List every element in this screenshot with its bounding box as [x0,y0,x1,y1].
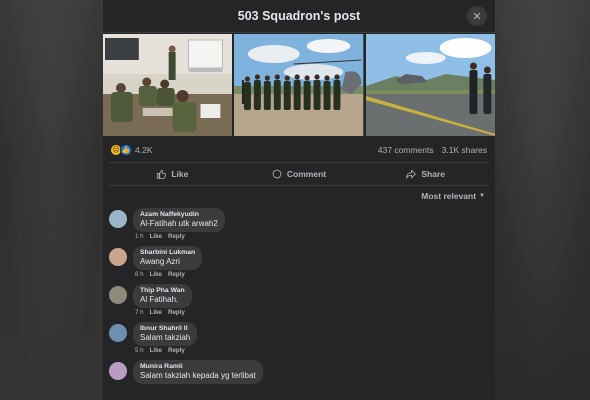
share-label: Share [421,169,445,179]
photo-classroom-briefing[interactable] [103,34,233,136]
commenter-name[interactable]: Ibnur Shahril Il [140,325,190,332]
commenter-name[interactable]: Thip Pha Wan [140,287,185,294]
comment-meta: 7 h Like Reply [133,309,192,319]
comment-time: 1 h [135,233,144,240]
modal-header: 503 Squadron's post ✕ [103,0,495,33]
avatar[interactable] [109,248,127,266]
sort-label: Most relevant [421,191,477,201]
comment-item: Sharbini Lukman Awang Azri 6 h Like Repl… [109,246,489,281]
comment-text: Al-Fatihah utk arwah2 [140,219,218,228]
commenter-name[interactable]: Munira Ramli [140,363,256,370]
comment-reply-button[interactable]: Reply [168,309,185,319]
comment-time: 5 h [135,347,144,354]
share-arrow-icon [406,169,417,179]
commenter-name[interactable]: Sharbini Lukman [140,249,195,256]
action-bar: Like Comment Share [109,162,489,186]
reaction-count: 4.2K [135,145,153,155]
comment-meta: 1 h Like Reply [133,233,225,243]
comment-label: Comment [286,169,327,179]
like-reaction-icon: 👍 [120,144,132,156]
comment-text: Al Fatihah. [140,295,179,304]
comment-time: 7 h [135,309,144,316]
comment-item: Azam Naffekyudin Al-Fatihah utk arwah2 1… [109,208,489,243]
comment-like-button[interactable]: Like [150,271,162,281]
comment-meta: 5 h Like Reply [133,347,197,357]
comment-text: Awang Azri [140,257,180,266]
photo-group-helicopter[interactable] [234,34,364,136]
comment-bubble: Thip Pha Wan Al Fatihah. [133,284,192,308]
avatar[interactable] [109,324,127,342]
background-left-blur [0,0,103,400]
post-stats: ☹ 👍 4.2K 437 comments 3.1K shares [103,138,495,162]
avatar[interactable] [109,286,127,304]
share-count[interactable]: 3.1K shares [442,145,487,155]
background-right-blur [495,0,590,400]
comment-item: Munira Ramli Salam takziah kepada yg ter… [109,360,489,384]
comment-button[interactable]: Comment [236,169,363,179]
sort-dropdown[interactable]: Most relevant ▼ [103,186,495,206]
photo-grid [103,34,495,136]
comment-reply-button[interactable]: Reply [168,347,185,357]
comment-bubble: Munira Ramli Salam takziah kepada yg ter… [133,360,263,384]
comment-like-button[interactable]: Like [150,309,162,319]
comment-meta: 6 h Like Reply [133,271,202,281]
comment-text: Salam takziah [140,333,191,342]
thumbs-up-icon [157,169,167,179]
close-button[interactable]: ✕ [467,6,487,26]
modal-title: 503 Squadron's post [237,9,361,23]
comment-reply-button[interactable]: Reply [168,233,185,243]
reaction-summary[interactable]: ☹ 👍 4.2K [111,144,153,156]
close-icon: ✕ [472,10,482,23]
comment-like-button[interactable]: Like [150,347,162,357]
comment-list: Azam Naffekyudin Al-Fatihah utk arwah2 1… [103,206,495,384]
comment-bubble-icon [272,169,282,179]
comment-item: Thip Pha Wan Al Fatihah. 7 h Like Reply [109,284,489,319]
post-modal: 503 Squadron's post ✕ ☹ 👍 4.2K 437 comme… [103,0,495,400]
avatar[interactable] [109,210,127,228]
caret-down-icon: ▼ [479,193,485,199]
comment-bubble: Azam Naffekyudin Al-Fatihah utk arwah2 [133,208,225,232]
comment-bubble: Sharbini Lukman Awang Azri [133,246,203,270]
avatar[interactable] [109,362,127,380]
share-button[interactable]: Share [362,169,489,179]
commenter-name[interactable]: Azam Naffekyudin [140,211,218,218]
comment-item: Ibnur Shahril Il Salam takziah 5 h Like … [109,322,489,357]
like-button[interactable]: Like [109,169,236,179]
comment-bubble: Ibnur Shahril Il Salam takziah [133,322,198,346]
comment-text: Salam takziah kepada yg terlibat [140,371,256,380]
like-label: Like [171,169,189,179]
photo-airfield-crew[interactable] [365,34,495,136]
comment-time: 6 h [135,271,144,278]
comment-reply-button[interactable]: Reply [168,271,185,281]
comment-count[interactable]: 437 comments [378,145,434,155]
comment-like-button[interactable]: Like [150,233,162,243]
